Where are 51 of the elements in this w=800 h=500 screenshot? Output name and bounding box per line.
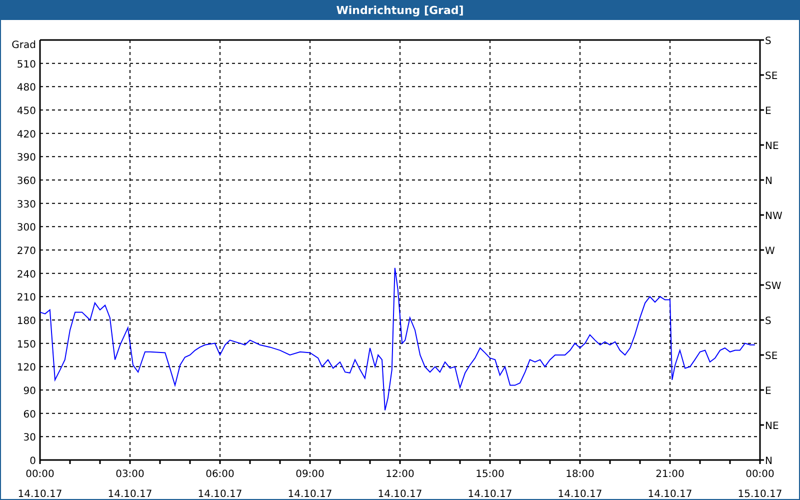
date-label: 14.10.17 [558, 489, 602, 499]
y-tick-label: 60 [23, 409, 36, 420]
x-tick-label: 03:00 [116, 469, 144, 480]
x-tick-label: 15:00 [476, 469, 504, 480]
y-tick-label: 450 [16, 106, 36, 117]
y-tick-label: 120 [16, 362, 36, 374]
date-label: 14.10.17 [198, 489, 242, 499]
y-tick-label: 240 [16, 269, 36, 280]
x-tick-label: 00:00 [26, 469, 54, 480]
right-axis-label: N [765, 456, 772, 467]
right-axis-label: NW [765, 211, 782, 222]
y-tick-label: 480 [16, 82, 36, 94]
right-axis-label: SE [765, 71, 778, 82]
y-tick-label: 150 [16, 339, 36, 350]
y-tick-label: 90 [23, 386, 36, 397]
y-tick-label: 360 [16, 176, 36, 187]
right-axis-label: E [765, 106, 772, 117]
y-tick-label: 210 [16, 292, 36, 304]
y-tick-label: 390 [16, 152, 36, 164]
right-axis-label: S [765, 36, 772, 47]
x-tick-label: 18:00 [566, 469, 594, 480]
right-axis-label: E [765, 386, 772, 397]
x-tick-label: 12:00 [386, 469, 414, 480]
y-tick-label: 510 [16, 59, 36, 70]
date-label: 14.10.17 [108, 489, 152, 499]
right-axis-label: NE [765, 421, 779, 432]
axis-title: Grad [12, 40, 36, 51]
y-tick-label: 270 [16, 246, 36, 257]
x-tick-label: 00:00 [746, 469, 774, 480]
x-tick-label: 09:00 [296, 469, 324, 480]
window-title: Windrichtung [Grad] [336, 4, 464, 17]
x-tick-label: 21:00 [656, 469, 684, 480]
y-tick-label: 420 [16, 129, 36, 140]
date-label: 14.10.17 [378, 489, 422, 499]
right-axis-label: S [765, 316, 772, 327]
y-tick-label: 180 [16, 316, 36, 327]
y-tick-label: 300 [16, 222, 36, 234]
date-label: 14.10.17 [288, 489, 332, 499]
date-label: 14.10.17 [468, 489, 512, 499]
y-tick-label: 0 [30, 456, 36, 467]
date-label: 14.10.17 [18, 489, 62, 499]
right-axis-label: W [765, 246, 775, 257]
y-tick-label: 330 [16, 199, 36, 210]
x-tick-label: 06:00 [206, 469, 234, 480]
right-axis-label: NE [765, 141, 779, 152]
date-label: 15.10.17 [738, 489, 782, 499]
date-label: 14.10.17 [648, 489, 692, 499]
right-axis-label: SE [765, 351, 778, 362]
y-tick-label: 30 [23, 432, 36, 444]
right-axis-label: N [765, 176, 772, 187]
right-axis-label: SW [765, 281, 782, 292]
